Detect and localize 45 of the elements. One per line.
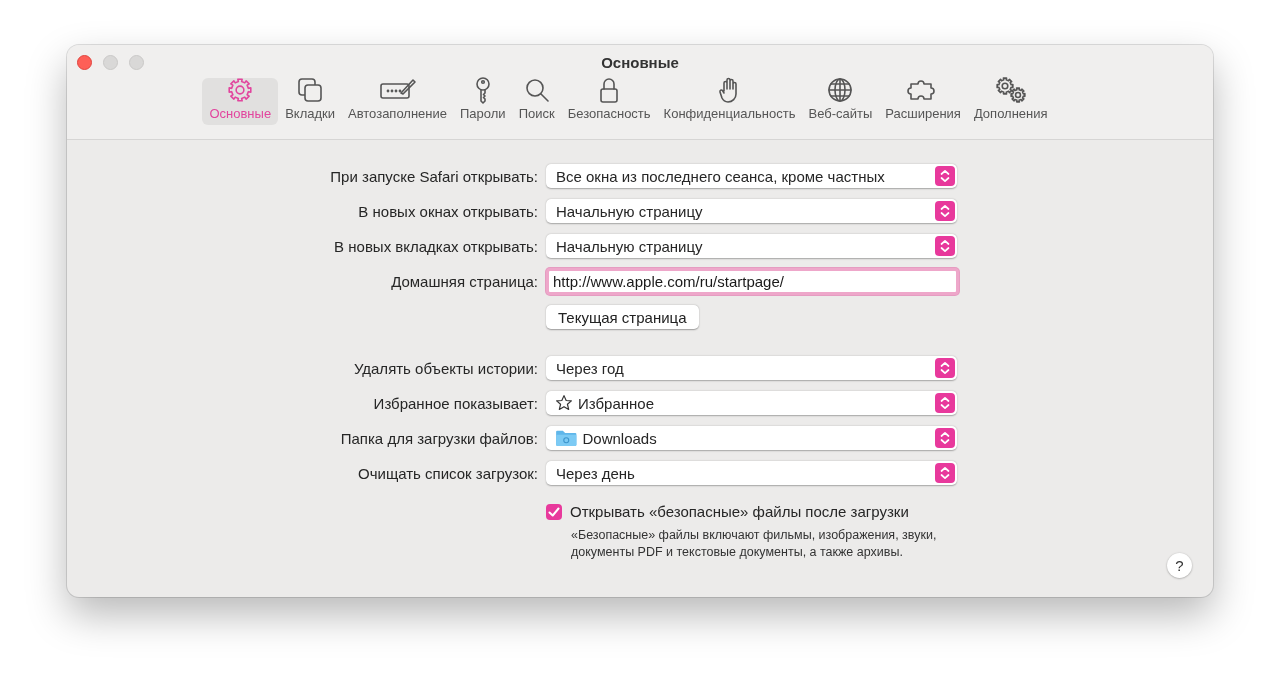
setting-label: Домашняя страница: — [390, 272, 538, 290]
gears-icon — [993, 76, 1028, 104]
folder-icon — [555, 429, 578, 447]
popup-menu[interactable]: Избранное — [546, 391, 957, 415]
setting-label: Удалять объекты истории: — [352, 359, 538, 377]
stepper-arrows-icon — [935, 393, 955, 413]
globe-icon — [826, 76, 855, 104]
toolbar-tab[interactable]: Безопасность — [561, 78, 657, 125]
popup-menu[interactable]: Начальную страницу — [546, 234, 957, 258]
setting-label: При запуске Safari открывать: — [329, 167, 538, 185]
url-field[interactable]: http://www.apple.com/ru/startpage/ — [546, 267, 959, 295]
popup-menu[interactable]: Через год — [546, 356, 957, 380]
popup-menu[interactable]: Все окна из последнего сеанса, кроме частных — [546, 164, 957, 188]
toolbar-tab[interactable]: Дополнения — [967, 78, 1054, 125]
overlapping-squares-icon — [296, 76, 325, 104]
star-icon — [555, 394, 573, 412]
stepper-arrows-icon — [935, 236, 955, 256]
toolbar-tab[interactable]: Вкладки — [279, 78, 341, 125]
toolbar-tab[interactable]: Расширения — [879, 78, 967, 125]
description-text: «Безопасные» файлы включают фильмы, изображения, звуки, документы PDF и текстовые документы, а также архивы. — [571, 527, 938, 561]
gear-icon — [226, 76, 255, 104]
close-button[interactable] — [77, 55, 92, 70]
popup-menu[interactable]: Через день — [546, 461, 957, 485]
toolbar-tab[interactable]: Автозаполнение — [342, 78, 453, 125]
setting-label: Избранное показывает: — [372, 394, 538, 412]
toolbar-tab[interactable]: Пароли — [454, 78, 512, 125]
popup-menu[interactable]: Downloads — [546, 426, 957, 450]
setting-label: В новых вкладках открывать: — [333, 237, 538, 255]
popup-menu[interactable]: Начальную страницу — [546, 199, 957, 223]
toolbar-tab[interactable]: Веб-сайты — [802, 78, 879, 125]
stepper-arrows-icon — [935, 358, 955, 378]
checkbox-label: Открывать «безопасные» файлы после загрузки — [570, 503, 909, 520]
stepper-arrows-icon — [935, 428, 955, 448]
checkbox[interactable] — [546, 503, 562, 520]
setting-label: В новых окнах открывать: — [357, 202, 538, 220]
toolbar-tab[interactable]: Конфиденциальность — [657, 78, 802, 125]
help-button[interactable]: ? — [1167, 553, 1192, 578]
stepper-arrows-icon — [935, 166, 955, 186]
window-title: Основные — [601, 54, 679, 71]
stepper-arrows-icon — [935, 201, 955, 221]
stepper-arrows-icon — [935, 463, 955, 483]
setting-label: Очищать список загрузок: — [357, 464, 538, 482]
setting-label: Папка для загрузки файлов: — [339, 429, 538, 447]
current-page-button[interactable]: Текущая страница — [546, 305, 699, 329]
toolbar-tab[interactable]: Поиск — [512, 78, 561, 125]
